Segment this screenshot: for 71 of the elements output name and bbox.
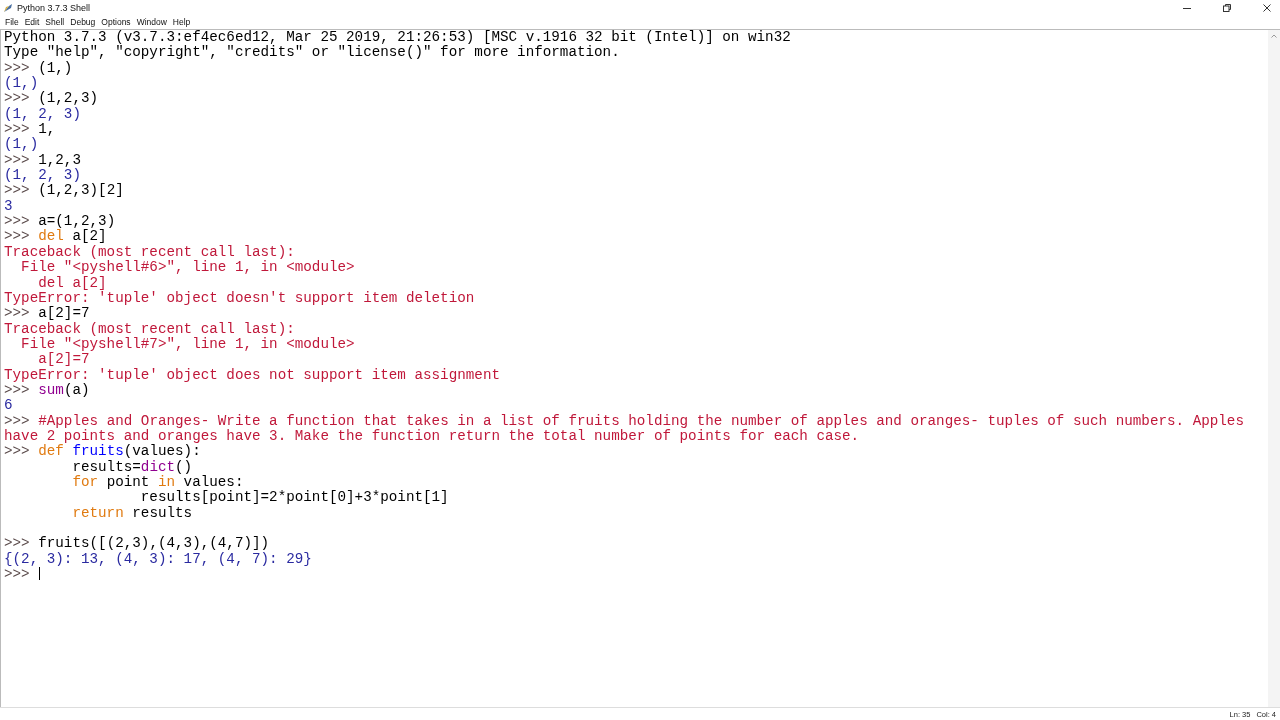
prompt-text: >>> <box>4 151 31 168</box>
keyword-text: def <box>38 443 65 460</box>
output-text: (1, 2, 3) <box>4 167 81 184</box>
code-text: 1, <box>38 121 56 138</box>
code-text: (1,2,3)[2] <box>38 182 124 199</box>
app-icon <box>3 2 13 13</box>
output-text: {(2, 3): 13, (4, 3): 17, (4, 7): 29} <box>4 550 312 567</box>
keyword-text: return <box>71 504 124 521</box>
code-text: a=(1,2,3) <box>38 213 116 230</box>
menu-item[interactable]: File <box>3 17 23 27</box>
output-text: 6 <box>4 397 13 414</box>
comment-text: #Apples and Oranges- Write a function that takes in a list of fruits holding the number of apples and oranges- tuples of such numbers. Apples <box>38 412 1244 429</box>
menu-item[interactable]: Help <box>170 17 195 27</box>
prompt-text: >>> <box>4 213 31 230</box>
code-text: (1,2,3) <box>38 90 99 107</box>
code-text: point <box>105 473 151 490</box>
keyword-text: del <box>38 228 64 245</box>
scroll-up-icon[interactable] <box>1270 32 1278 40</box>
prompt-text: >>> <box>4 228 31 245</box>
error-text: File "<pyshell#6>", line 1, in <module> <box>20 259 355 276</box>
code-text: (1,) <box>38 59 73 76</box>
error-text: File "<pyshell#7>", line 1, in <module> <box>20 335 355 352</box>
error-text: del a[2] <box>37 274 107 291</box>
code-text: (a) <box>63 381 90 398</box>
code-text: results= <box>71 458 141 475</box>
error-text: Traceback (most recent call last): <box>4 243 295 260</box>
prompt-text: >>> <box>4 182 31 199</box>
error-text: TypeError: 'tuple' object doesn't support item deletion <box>4 289 475 306</box>
code-text: 1,2,3 <box>38 151 81 168</box>
menu-item[interactable]: Window <box>134 17 171 27</box>
error-text: TypeError: 'tuple' object does not support item assignment <box>4 366 500 383</box>
keyword-text: for <box>71 473 99 490</box>
prompt-text: >>> <box>4 121 30 138</box>
keyword-text: in <box>157 473 176 490</box>
prompt-text: >>> <box>4 59 31 76</box>
output-text: (1, 2, 3) <box>4 105 81 122</box>
prompt-text: >>> <box>4 566 31 583</box>
menu-item[interactable]: Shell <box>43 17 69 27</box>
error-text: Traceback (most recent call last): <box>4 320 295 337</box>
code-text: results[point]=2*point[0]+3*point[1] <box>139 489 449 506</box>
code-text: () <box>175 458 193 475</box>
comment-text: have 2 points and oranges have 3. Make the function return the total number of points for each case. <box>4 427 860 444</box>
code-text: a[2]=7 <box>38 305 90 322</box>
banner-text: Python 3.7.3 (v3.7.3:ef4ec6ed12, Mar 25 2019, 21:26:53) [MSC v.1916 32 bit (Intel)] on win32 <box>4 29 791 45</box>
builtin-text: dict <box>140 458 176 475</box>
builtin-text: sum <box>38 381 64 398</box>
banner-text: Type "help", "copyright", "credits" or "license()" for more information. <box>4 44 620 61</box>
code-text: values: <box>183 473 244 490</box>
menu-item[interactable]: Edit <box>22 17 44 27</box>
output-text: (1,) <box>4 136 39 153</box>
prompt-text: >>> <box>4 412 31 429</box>
code-text: a[2] <box>72 228 107 245</box>
prompt-text: >>> <box>4 90 31 107</box>
code-text: results <box>131 504 193 521</box>
restore-icon[interactable] <box>1222 2 1232 13</box>
output-text: 3 <box>4 197 13 214</box>
prompt-text: >>> <box>4 535 31 552</box>
close-icon[interactable] <box>1262 2 1272 13</box>
text-cursor <box>39 567 41 581</box>
menu-item[interactable]: Options <box>99 17 135 27</box>
code-text: (values): <box>123 443 201 460</box>
window-title: Python 3.7.3 Shell <box>17 2 92 13</box>
prompt-text: >>> <box>4 305 31 322</box>
menu-item[interactable]: Debug <box>68 17 100 27</box>
prompt-text: >>> <box>4 381 30 398</box>
function-name-text: fruits <box>72 443 124 460</box>
scrollbar[interactable] <box>1268 30 1280 707</box>
output-text: (1,) <box>4 75 39 92</box>
prompt-text: >>> <box>4 443 31 460</box>
code-text: fruits([(2,3),(4,3),(4,7)]) <box>38 535 270 552</box>
error-text: a[2]=7 <box>37 351 90 368</box>
